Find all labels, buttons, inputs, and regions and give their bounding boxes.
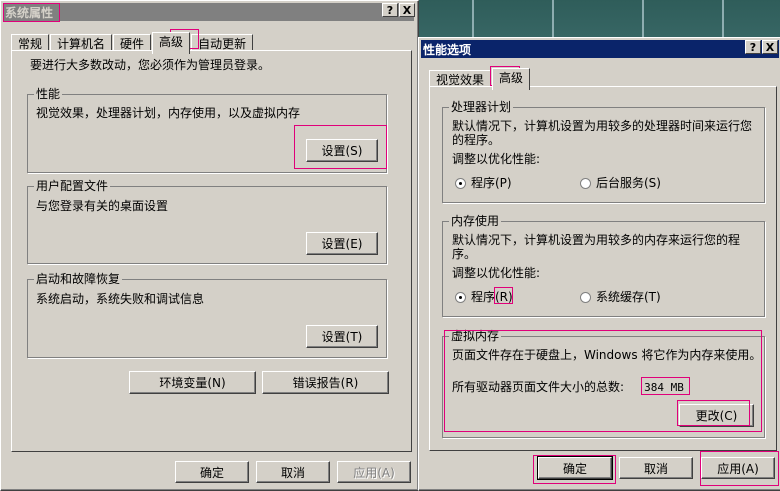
startup-recovery-title: 启动和故障恢复	[34, 272, 123, 286]
radio-system-cache[interactable]	[580, 292, 591, 303]
processor-scheduling-desc: 默认情况下，计算机设置为用较多的处理器时间来运行您的程序。	[452, 119, 753, 147]
radio-system-cache-label[interactable]: 系统缓存(T)	[596, 290, 661, 305]
processor-adjust-label: 调整以优化性能:	[452, 152, 541, 166]
cancel-button[interactable]: 取消	[619, 457, 693, 479]
memory-usage-title: 内存使用	[449, 214, 502, 228]
paging-total-label: 所有驱动器页面文件大小的总数:	[452, 380, 625, 394]
title-bar[interactable]: 系统属性	[3, 3, 414, 21]
radio-background-services-label[interactable]: 后台服务(S)	[596, 176, 661, 191]
help-button[interactable]: ?	[382, 3, 398, 17]
error-reporting-button[interactable]: 错误报告(R)	[262, 371, 389, 394]
tab-advanced[interactable]: 高级	[152, 32, 191, 54]
virtual-memory-group: 虚拟内存 页面文件存在于硬盘上，Windows 将它作为内存来使用。 所有驱动器…	[442, 329, 765, 438]
performance-settings-button[interactable]: 设置(S)	[306, 139, 378, 162]
memory-usage-desc: 默认情况下，计算机设置为用较多的内存来运行您的程序。	[452, 233, 741, 261]
user-profiles-title: 用户配置文件	[34, 179, 111, 193]
close-button[interactable]: X	[762, 40, 778, 54]
startup-recovery-settings-button[interactable]: 设置(T)	[306, 325, 378, 348]
admin-note: 要进行大多数改动，您必须作为管理员登录。	[30, 58, 271, 72]
virtual-memory-desc: 页面文件存在于硬盘上，Windows 将它作为内存来使用。	[452, 348, 762, 362]
startup-recovery-group: 启动和故障恢复 系统启动，系统失败和调试信息 设置(T)	[27, 272, 387, 358]
paging-total-value: 384 MB	[641, 381, 687, 395]
radio-programs-memory-label[interactable]: 程序(R)	[471, 290, 513, 305]
radio-programs-cpu-label[interactable]: 程序(P)	[471, 176, 512, 191]
cancel-button[interactable]: 取消	[256, 461, 330, 483]
radio-programs-cpu[interactable]	[455, 178, 466, 189]
startup-recovery-desc: 系统启动，系统失败和调试信息	[36, 292, 205, 306]
performance-group: 性能 视觉效果，处理器计划，内存使用，以及虚拟内存 设置(S)	[27, 87, 387, 173]
radio-programs-memory[interactable]	[455, 292, 466, 303]
tab-advanced[interactable]: 高级	[492, 68, 531, 90]
apply-button[interactable]: 应用(A)	[337, 461, 411, 483]
ok-button[interactable]: 确定	[175, 461, 249, 483]
advanced-tab-panel: 要进行大多数改动，您必须作为管理员登录。 性能 视觉效果，处理器计划，内存使用，…	[11, 50, 412, 452]
environment-variables-button[interactable]: 环境变量(N)	[129, 371, 256, 394]
processor-scheduling-group: 处理器计划 默认情况下，计算机设置为用较多的处理器时间来运行您的程序。 调整以优…	[442, 100, 765, 203]
window-title: 性能选项	[423, 42, 472, 57]
performance-desc: 视觉效果，处理器计划，内存使用，以及虚拟内存	[36, 106, 301, 120]
memory-usage-group: 内存使用 默认情况下，计算机设置为用较多的内存来运行您的程序。 调整以优化性能:…	[442, 214, 765, 317]
close-button[interactable]: X	[399, 3, 415, 17]
apply-button[interactable]: 应用(A)	[701, 457, 775, 479]
performance-title: 性能	[34, 87, 63, 101]
memory-adjust-label: 调整以优化性能:	[452, 266, 541, 280]
window-title: 系统属性	[5, 5, 54, 20]
performance-options-window: 性能选项 ? X 视觉效果 高级 处理器计划 默认情况下，计算机设置为用较多的处…	[418, 37, 780, 491]
ok-button[interactable]: 确定	[537, 456, 613, 480]
change-button[interactable]: 更改(C)	[679, 404, 754, 427]
user-profiles-desc: 与您登录有关的桌面设置	[36, 199, 169, 213]
title-bar[interactable]: 性能选项	[421, 40, 779, 58]
virtual-memory-title: 虚拟内存	[449, 329, 502, 343]
advanced-tab-panel: 处理器计划 默认情况下，计算机设置为用较多的处理器时间来运行您的程序。 调整以优…	[429, 86, 777, 451]
user-profiles-group: 用户配置文件 与您登录有关的桌面设置 设置(E)	[27, 179, 387, 264]
help-button[interactable]: ?	[745, 40, 761, 54]
user-profiles-settings-button[interactable]: 设置(E)	[306, 232, 378, 255]
radio-background-services[interactable]	[580, 178, 591, 189]
system-properties-window: 系统属性 ? X 常规 计算机名 硬件 高级 自动更新 要进行大多数改动，您必须…	[0, 0, 419, 491]
processor-scheduling-title: 处理器计划	[449, 100, 514, 114]
